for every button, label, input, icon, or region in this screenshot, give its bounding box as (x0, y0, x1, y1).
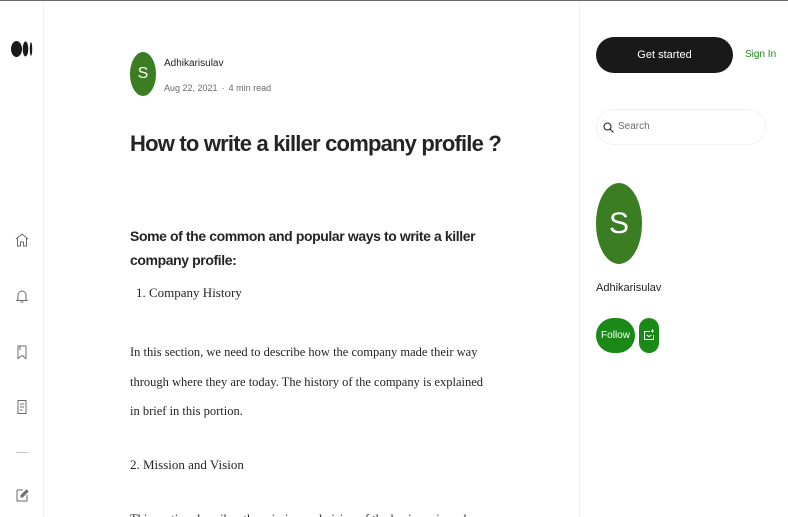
section-heading: 2. Mission and Vision (130, 457, 244, 472)
get-started-button[interactable]: Get started (596, 37, 733, 73)
medium-logo-icon[interactable] (11, 41, 33, 57)
avatar-initial: S (137, 65, 149, 82)
search-input[interactable]: Search (596, 109, 766, 145)
sidebar-author-avatar[interactable]: S (596, 183, 642, 264)
article-paragraph-truncated: This section describes the mission and v… (130, 512, 488, 517)
sidebar-author-name[interactable]: Adhikarisulav (596, 282, 661, 294)
search-placeholder: Search (618, 121, 650, 132)
notifications-icon[interactable] (14, 288, 30, 304)
subscribe-button[interactable] (639, 318, 659, 353)
sign-in-link[interactable]: Sign In (745, 49, 776, 60)
subscribe-mail-icon (644, 329, 654, 340)
article-paragraph: In this section, we need to describe how… (130, 345, 484, 418)
avatar-initial: S (608, 207, 629, 240)
article-meta: Aug 22, 2021 · 4 min read (164, 83, 271, 93)
bookmark-icon[interactable] (14, 344, 30, 360)
stories-icon[interactable] (14, 399, 30, 415)
publish-date: Aug 22, 2021 (164, 83, 218, 93)
article-subheading: Some of the common and popular ways to w… (130, 228, 476, 268)
author-avatar[interactable]: S (130, 52, 156, 96)
article-title: How to write a killer company profile ? (130, 131, 502, 156)
list-item: 1. Company History (136, 285, 242, 300)
author-name[interactable]: Adhikarisulav (164, 58, 223, 69)
home-icon[interactable] (14, 232, 30, 248)
search-icon (603, 122, 614, 133)
follow-button[interactable]: Follow (596, 318, 635, 353)
meta-separator: · (221, 83, 225, 93)
read-time: 4 min read (228, 83, 272, 93)
write-icon[interactable] (14, 487, 30, 503)
rail-divider (16, 452, 28, 453)
left-nav-rail (0, 1, 44, 517)
